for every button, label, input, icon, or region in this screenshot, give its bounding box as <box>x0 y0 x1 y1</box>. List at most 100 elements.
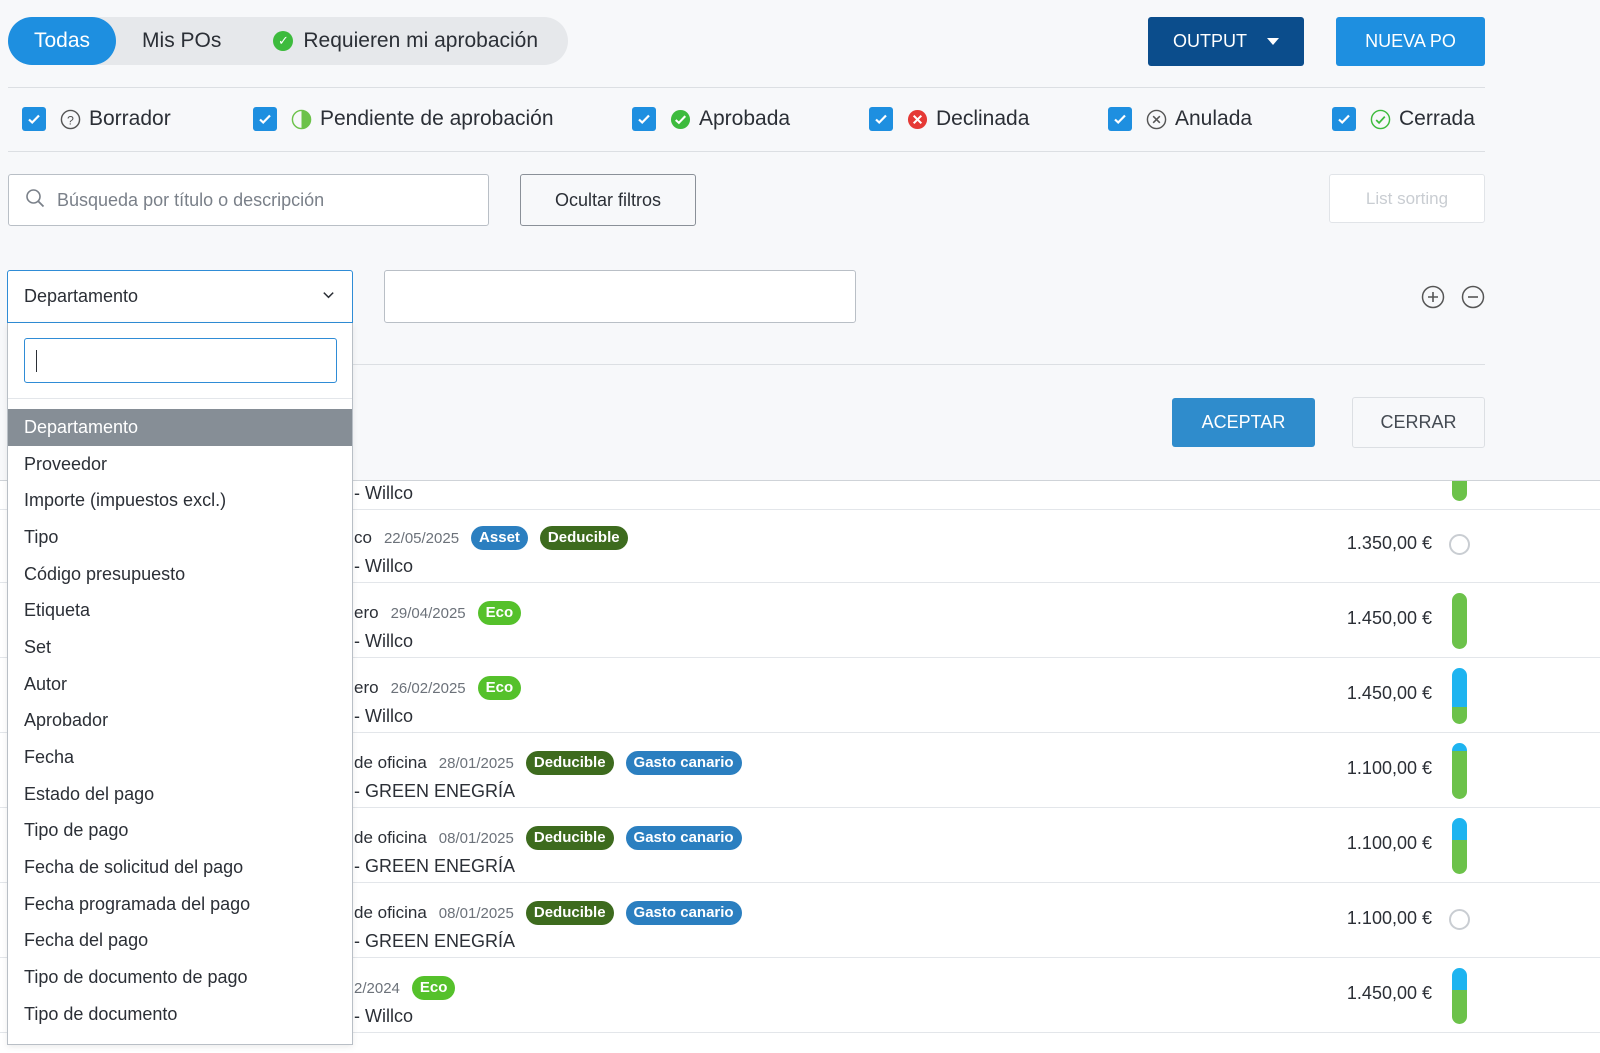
search-placeholder: Búsqueda por título o descripción <box>57 189 325 210</box>
status-filter-pendiente[interactable]: Pendiente de aprobación <box>253 104 554 134</box>
row-date: 29/04/2025 <box>390 604 466 622</box>
remove-filter-icon[interactable] <box>1461 285 1485 309</box>
tag-badge: Deducible <box>525 751 614 775</box>
tag-badge: Deducible <box>525 826 614 850</box>
progress-segment <box>1452 481 1467 501</box>
checkbox-borrador[interactable] <box>22 107 46 131</box>
dropdown-option[interactable]: Tipo <box>8 519 352 556</box>
row-title: ero <box>354 678 379 697</box>
row-supplier: - GREEN ENEGRÍA <box>354 781 516 801</box>
row-header: de oficina 08/01/2025 Deducible Gasto canar… <box>354 826 742 850</box>
dropdown-option[interactable]: Código presupuesto <box>8 556 352 593</box>
tag-badge: Gasto canario <box>625 826 742 850</box>
row-header: de oficina 28/01/2025 Deducible Gasto canar… <box>354 751 742 775</box>
close-button[interactable]: CERRAR <box>1352 397 1485 448</box>
question-circle-icon: ? <box>60 109 81 130</box>
dropdown-option[interactable]: Aprobador <box>8 703 352 740</box>
progress-segment <box>1452 743 1467 752</box>
checkbox-declinada[interactable] <box>869 107 893 131</box>
output-button[interactable]: OUTPUT <box>1148 17 1304 66</box>
filter-field-select[interactable]: Departamento <box>7 270 353 323</box>
check-circle-icon: ✓ <box>273 31 294 51</box>
dropdown-option[interactable]: Tipo de documento de pago <box>8 959 352 996</box>
status-ring-icon <box>1449 909 1470 930</box>
dropdown-option[interactable]: Proveedor <box>8 446 352 483</box>
approval-progress-bar <box>1452 818 1467 874</box>
chevron-down-icon <box>321 286 336 307</box>
approval-progress-bar <box>1452 743 1467 799</box>
status-label: Pendiente de aprobación <box>320 107 554 130</box>
status-ring-icon <box>1449 534 1470 555</box>
row-supplier: - GREEN ENEGRÍA <box>354 931 516 951</box>
search-input[interactable]: Búsqueda por título o descripción <box>8 174 489 226</box>
status-label: Borrador <box>89 107 171 130</box>
tag-badge: Asset <box>471 526 528 550</box>
dropdown-option[interactable]: Importe (impuestos excl.) <box>8 482 352 519</box>
row-header: 2/2024 Eco <box>354 976 456 1000</box>
row-date: 22/05/2025 <box>383 529 460 547</box>
tag-badge: Deducible <box>539 526 628 550</box>
progress-segment <box>1452 593 1467 649</box>
dropdown-option[interactable]: Tipo de pago <box>8 813 352 850</box>
tab-mis-pos[interactable]: Mis POs <box>116 17 247 65</box>
checkbox-anulada[interactable] <box>1108 107 1132 131</box>
dropdown-option[interactable]: Fecha <box>8 739 352 776</box>
list-sorting-button[interactable]: List sorting <box>1329 174 1485 223</box>
hide-filters-button[interactable]: Ocultar filtros <box>520 174 696 226</box>
checkbox-aprobada[interactable] <box>632 107 656 131</box>
divider <box>8 151 1485 152</box>
status-filter-declinada[interactable]: Declinada <box>869 104 1029 134</box>
filter-field-dropdown: Departamento Proveedor Importe (impuestos … <box>7 323 353 1045</box>
progress-segment <box>1452 990 1467 1024</box>
divider <box>8 87 1485 88</box>
caret-down-icon <box>1267 38 1279 45</box>
row-date: 28/01/2025 <box>438 754 514 772</box>
row-supplier: - GREEN ENEGRÍA <box>354 856 516 876</box>
dropdown-option[interactable]: Tipo de documento <box>8 996 352 1033</box>
accept-button[interactable]: ACEPTAR <box>1172 398 1315 447</box>
row-amount: 1.100,00 € <box>1346 758 1432 778</box>
tab-todas[interactable]: Todas <box>8 17 117 65</box>
tab-requieren-aprobacion[interactable]: ✓ Requieren mi aprobación <box>247 17 564 65</box>
text-cursor <box>36 350 37 372</box>
row-title: de oficina <box>354 753 427 772</box>
dropdown-option[interactable]: Estado del pago <box>8 776 352 813</box>
row-header: de oficina 08/01/2025 Deducible Gasto canar… <box>354 901 742 925</box>
output-label: OUTPUT <box>1173 31 1247 51</box>
dropdown-option[interactable]: Set <box>8 629 352 666</box>
dropdown-search-input[interactable] <box>24 338 337 383</box>
approval-progress-bar <box>1452 668 1467 724</box>
x-circle-outline-icon <box>1146 109 1167 130</box>
filter-value-input[interactable] <box>384 270 856 323</box>
row-date: 2/2024 <box>354 979 400 997</box>
status-filter-borrador[interactable]: ? Borrador <box>22 104 171 134</box>
status-filter-aprobada[interactable]: Aprobada <box>632 104 790 134</box>
dropdown-option[interactable]: Departamento <box>8 409 352 446</box>
dropdown-option[interactable]: Fecha del pago <box>8 923 352 960</box>
progress-segment <box>1452 840 1467 874</box>
view-tabs: Todas Mis POs ✓ Requieren mi aprobación <box>8 17 568 65</box>
row-amount: 1.350,00 € <box>1347 480 1432 481</box>
dropdown-option[interactable]: Etiqueta <box>8 592 352 629</box>
dropdown-option[interactable]: Fecha de solicitud del pago <box>8 849 352 886</box>
tag-badge: Gasto canario <box>625 751 742 775</box>
status-filter-anulada[interactable]: Anulada <box>1108 104 1252 134</box>
row-header: ero 29/04/2025 Eco <box>354 601 522 625</box>
row-supplier: - Willco <box>354 483 413 503</box>
row-title: de oficina <box>354 903 427 922</box>
dropdown-option[interactable]: Fecha programada del pago <box>8 886 352 923</box>
row-supplier: - Willco <box>354 706 413 726</box>
status-label: Declinada <box>936 107 1030 130</box>
row-supplier: - Willco <box>354 1006 413 1026</box>
checkbox-cerrada[interactable] <box>1332 107 1356 131</box>
row-amount: 1.450,00 € <box>1346 683 1432 703</box>
check-circle-outline-icon <box>1370 109 1391 130</box>
checkbox-pendiente[interactable] <box>253 107 277 131</box>
new-po-button[interactable]: NUEVA PO <box>1336 17 1485 66</box>
dropdown-option[interactable]: Autor <box>8 666 352 703</box>
approval-progress-bar <box>1452 968 1467 1024</box>
status-filter-cerrada[interactable]: Cerrada <box>1332 104 1475 134</box>
status-label: Aprobada <box>699 107 791 130</box>
search-icon <box>25 188 45 213</box>
add-filter-icon[interactable] <box>1421 285 1445 309</box>
